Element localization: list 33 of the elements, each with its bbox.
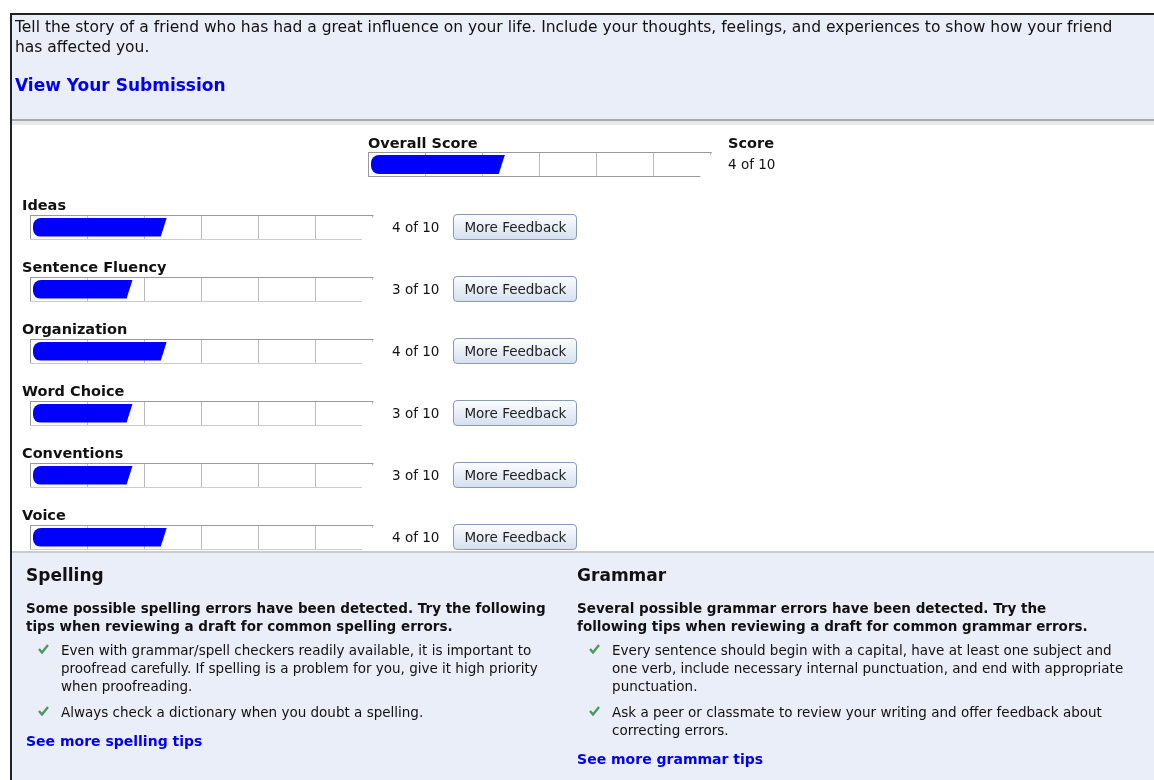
tip-text: Even with grammar/spell checkers readily available, it is important to proofread carefully. If spelling is a problem for you, give it high priority when proofreading. (61, 640, 539, 695)
section-title: Spelling (26, 564, 105, 587)
prompt-text: Tell the story of a friend who has had a great influence on your life. Include your thoughts, feelings, and experiences to show how your friend has affected you. (15, 17, 1114, 57)
tip-text: Ask a peer or classmate to review your writing and offer feedback about correcting errors. (612, 702, 1103, 739)
trait-label: Word Choice (22, 382, 126, 400)
score-value: 4 of 10 (392, 217, 440, 237)
tips-link[interactable]: See more grammar tips (577, 750, 764, 767)
score-value: 4 of 10 (392, 341, 440, 361)
section-title: Grammar (577, 564, 668, 587)
more-feedback-button[interactable]: More Feedback (453, 338, 578, 364)
trait-label: Conventions (22, 444, 125, 462)
score-value: 3 of 10 (392, 403, 440, 423)
score-value: 4 of 10 (392, 527, 440, 547)
more-feedback-button[interactable]: More Feedback (453, 462, 578, 488)
view-submission-link[interactable]: View Your Submission (15, 75, 226, 95)
more-feedback-button[interactable]: More Feedback (453, 276, 578, 302)
tip-text: Always check a dictionary when you doubt a spelling. (61, 702, 424, 721)
more-feedback-button[interactable]: More Feedback (453, 214, 578, 240)
score-value: 3 of 10 (392, 279, 440, 299)
tips-intro: Some possible spelling errors have been detected. Try the following tips when reviewing a draft for common spelling errors. (26, 598, 547, 635)
score-value: 4 of 10 (728, 155, 776, 174)
tip-text: Every sentence should begin with a capital, have at least one subject and one verb, include necessary internal punctuation, and end with appropriate punctuation. (612, 640, 1125, 695)
tips-link[interactable]: See more spelling tips (26, 732, 203, 749)
more-feedback-button[interactable]: More Feedback (453, 400, 578, 426)
trait-label: Voice (22, 506, 67, 524)
trait-label: Ideas (22, 196, 68, 214)
overall-score-label: Overall Score (368, 134, 479, 152)
more-feedback-button[interactable]: More Feedback (453, 524, 578, 550)
trait-label: Sentence Fluency (22, 258, 168, 276)
trait-label: Organization (22, 320, 129, 338)
tips-intro: Several possible grammar errors have been detected. Try the following tips when reviewing a draft for common grammar errors. (577, 598, 1089, 635)
score-value: 3 of 10 (392, 465, 440, 485)
score-heading: Score (728, 134, 775, 152)
